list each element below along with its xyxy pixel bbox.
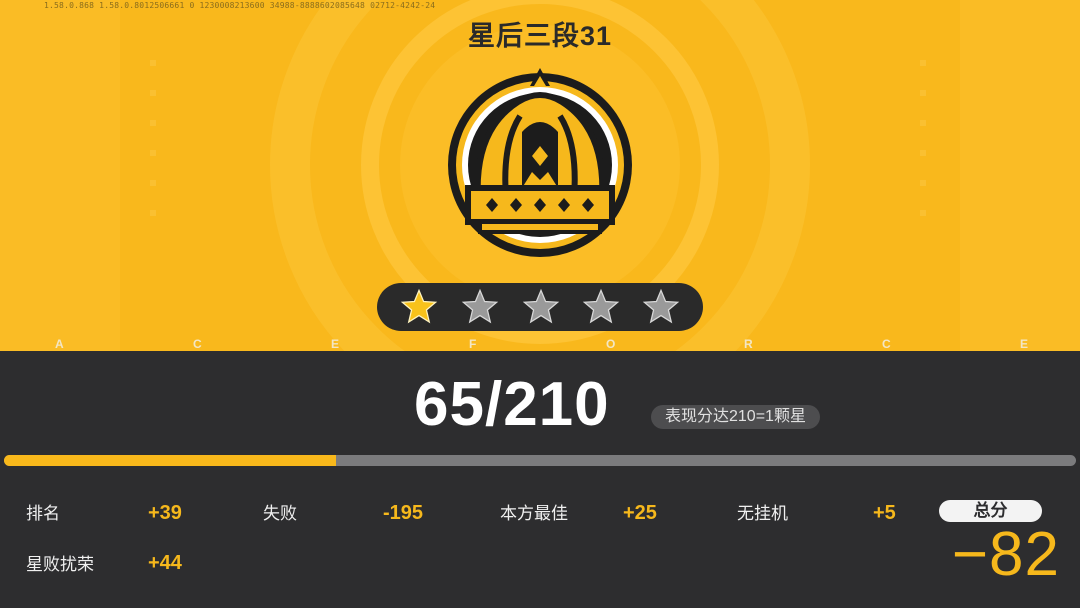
star-icon-empty	[582, 288, 620, 324]
debug-build-text: 1.58.0.868 1.58.0.8012506661 0 123000821…	[44, 1, 436, 10]
breakdown-label-team-best: 本方最佳	[500, 504, 568, 523]
star-progress-bar	[377, 283, 703, 331]
rank-title: 星后三段31	[467, 21, 613, 51]
breakdown-value-team-best: +25	[623, 502, 657, 524]
breakdown-value-defeat: -195	[383, 502, 424, 524]
score-breakdown: 排名 +39 失败 -195 本方最佳 +25 无挂机 +5 星败扰荣 +44 …	[0, 351, 1080, 608]
rank-header-panel: 1.58.0.868 1.58.0.8012506661 0 123000821…	[0, 0, 1080, 351]
score-panel: 65/210 表现分达210=1颗星 排名 +39 失败 -195 本方最佳 +…	[0, 351, 1080, 608]
breakdown-value-no-afk: +5	[873, 502, 896, 524]
breakdown-label-no-afk: 无挂机	[737, 504, 788, 523]
breakdown-value-honor: +44	[148, 552, 182, 574]
watermark-letter: F	[469, 337, 477, 351]
total-score-value: −82	[951, 520, 1060, 589]
star-icon-empty	[461, 288, 499, 324]
watermark-letter: E	[1020, 337, 1029, 351]
star-icon-empty	[642, 288, 680, 324]
crown-icon	[448, 68, 632, 257]
breakdown-label-rank: 排名	[26, 504, 60, 523]
breakdown-label-honor: 星败扰荣	[26, 555, 94, 574]
star-icon-filled	[400, 288, 438, 324]
star-icon-empty	[522, 288, 560, 324]
watermark-letter: C	[882, 337, 891, 351]
watermark-letter: O	[606, 337, 616, 351]
watermark-letter: C	[193, 337, 202, 351]
breakdown-label-defeat: 失败	[263, 504, 297, 523]
watermark-letter: R	[744, 337, 753, 351]
watermark-letter: A	[55, 337, 64, 351]
watermark-letter: E	[331, 337, 340, 351]
breakdown-value-rank: +39	[148, 502, 182, 524]
